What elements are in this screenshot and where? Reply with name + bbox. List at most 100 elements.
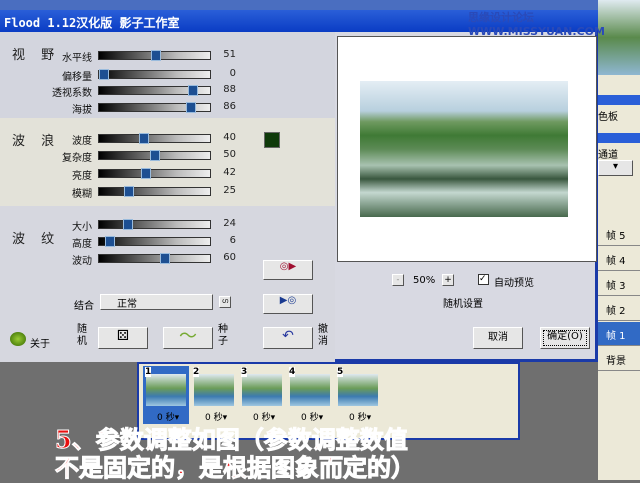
undo-button[interactable]: ↶ bbox=[263, 327, 313, 349]
auto-preview-label: 自动预览 bbox=[494, 278, 534, 289]
random-label: 随机 bbox=[77, 324, 87, 347]
seed-label: 种子 bbox=[218, 324, 228, 347]
zoom-out-button[interactable]: - bbox=[392, 274, 404, 286]
layer-row[interactable]: 背景 bbox=[598, 347, 640, 371]
frame-thumbnail bbox=[146, 374, 186, 406]
blend-label: 结合 bbox=[74, 301, 94, 312]
blend-mode-dropdown[interactable]: ▾ bbox=[598, 160, 633, 176]
animation-frame[interactable]: 2 0 秒▾ bbox=[191, 366, 237, 424]
slider-thumb[interactable] bbox=[187, 85, 198, 96]
slider-value: 51 bbox=[223, 49, 236, 60]
slider-label: 透视系数 bbox=[52, 88, 92, 99]
slider-track[interactable] bbox=[98, 186, 211, 197]
random-dice-button[interactable]: ⚄ bbox=[98, 327, 148, 349]
blend-toggle-icon[interactable]: ഗ bbox=[219, 296, 231, 308]
undo-label: 撤消 bbox=[318, 324, 328, 347]
about-label[interactable]: 关于 bbox=[30, 335, 50, 350]
animation-frame[interactable]: 1 0 秒▾ bbox=[143, 366, 189, 424]
frame-number: 2 bbox=[193, 367, 200, 377]
frame-number: 4 bbox=[289, 367, 296, 377]
slider-label: 模糊 bbox=[72, 189, 92, 200]
slider-value: 25 bbox=[223, 185, 236, 196]
blend-value: 正常 bbox=[117, 299, 137, 310]
slider-label: 海拔 bbox=[72, 105, 92, 116]
slider-track[interactable] bbox=[98, 168, 211, 179]
slider-label: 波动 bbox=[72, 256, 92, 267]
slider-value: 40 bbox=[223, 132, 236, 143]
layer-name: 背景 bbox=[606, 356, 626, 367]
tab-swatches[interactable]: 色板 bbox=[598, 108, 618, 123]
frame-number: 5 bbox=[337, 367, 344, 377]
slider-label: 亮度 bbox=[72, 171, 92, 182]
slider-thumb[interactable] bbox=[123, 219, 134, 230]
slider-thumb[interactable] bbox=[159, 253, 170, 264]
layer-row[interactable]: 帧 1 bbox=[598, 322, 640, 346]
slider-value: 0 bbox=[229, 68, 236, 79]
animation-frame[interactable]: 5 0 秒▾ bbox=[335, 366, 381, 424]
frame-thumbnail bbox=[338, 374, 378, 406]
preview-image bbox=[360, 81, 568, 217]
layer-row[interactable]: 帧 3 bbox=[598, 272, 640, 296]
slider-label: 高度 bbox=[72, 239, 92, 250]
blend-select[interactable]: 正常 bbox=[100, 294, 213, 310]
slider-label: 水平线 bbox=[62, 53, 92, 64]
slider-track[interactable] bbox=[98, 150, 211, 161]
load-settings-button[interactable]: ◎▶ bbox=[263, 260, 313, 280]
animation-frame[interactable]: 4 0 秒▾ bbox=[287, 366, 333, 424]
slider-value: 42 bbox=[223, 167, 236, 178]
random-settings-label: 随机设置 bbox=[443, 299, 483, 310]
tab-channels[interactable]: 通道 bbox=[598, 146, 618, 161]
slider-thumb[interactable] bbox=[124, 186, 135, 197]
slider-label: 大小 bbox=[72, 222, 92, 233]
animation-frame[interactable]: 3 0 秒▾ bbox=[239, 366, 285, 424]
frame-thumbnail bbox=[194, 374, 234, 406]
frame-thumbnail bbox=[242, 374, 282, 406]
frame-thumbnail bbox=[290, 374, 330, 406]
layer-row[interactable]: 帧 2 bbox=[598, 297, 640, 321]
slider-thumb[interactable] bbox=[105, 236, 116, 247]
slider-value: 86 bbox=[223, 101, 236, 112]
slider-thumb[interactable] bbox=[141, 168, 152, 179]
slider-track[interactable] bbox=[98, 253, 211, 264]
slider-value: 60 bbox=[223, 252, 236, 263]
cancel-button[interactable]: 取消 bbox=[473, 327, 523, 349]
slider-track[interactable] bbox=[98, 102, 211, 113]
slider-track[interactable] bbox=[98, 69, 211, 80]
slider-track[interactable] bbox=[98, 133, 211, 144]
slider-label: 偏移量 bbox=[62, 72, 92, 83]
auto-preview-checkbox[interactable]: ✓ bbox=[478, 274, 489, 285]
slider-value: 50 bbox=[223, 149, 236, 160]
watermark: 思缘设计论坛 WWW.MISSYUAN.COM bbox=[468, 11, 605, 38]
slider-thumb[interactable] bbox=[185, 102, 196, 113]
slider-track[interactable] bbox=[98, 236, 211, 247]
save-settings-button[interactable]: ▶◎ bbox=[263, 294, 313, 314]
wave-color-swatch[interactable] bbox=[264, 132, 280, 148]
layer-name: 帧 3 bbox=[606, 281, 626, 292]
slider-thumb[interactable] bbox=[139, 133, 150, 144]
layer-name: 帧 5 bbox=[606, 231, 626, 242]
layer-name: 帧 4 bbox=[606, 256, 626, 267]
slider-thumb[interactable] bbox=[150, 50, 161, 61]
layer-row[interactable]: 帧 4 bbox=[598, 247, 640, 271]
ok-button[interactable]: 确定(O) bbox=[540, 327, 590, 349]
slider-value: 24 bbox=[223, 218, 236, 229]
layer-row[interactable]: 帧 5 bbox=[598, 222, 640, 246]
zoom-in-button[interactable]: + bbox=[442, 274, 454, 286]
slider-track[interactable] bbox=[98, 50, 211, 61]
slider-label: 复杂度 bbox=[62, 153, 92, 164]
slider-thumb[interactable] bbox=[99, 69, 109, 80]
flood-dialog: 视 野 波 浪 波 纹 水平线 51 偏移量 0 透视系数 88 海拔 86 波度 40… bbox=[0, 32, 598, 362]
seed-wave-button[interactable]: 〜 bbox=[163, 327, 213, 349]
slider-track[interactable] bbox=[98, 219, 211, 230]
slider-value: 88 bbox=[223, 84, 236, 95]
zoom-level: 50% bbox=[413, 275, 436, 286]
about-icon[interactable] bbox=[10, 332, 26, 346]
layers-panel: 色板 通道 ▾ 帧 5 帧 4 帧 3 帧 2 帧 1 背景 bbox=[598, 0, 640, 480]
frame-number: 3 bbox=[241, 367, 248, 377]
slider-thumb[interactable] bbox=[149, 150, 160, 161]
slider-track[interactable] bbox=[98, 85, 211, 96]
frame-number: 1 bbox=[145, 367, 152, 377]
caption-line-2: 不是固定的，是根据图象而定的） bbox=[55, 453, 416, 483]
slider-value: 6 bbox=[229, 235, 236, 246]
preview-area[interactable] bbox=[337, 36, 597, 262]
